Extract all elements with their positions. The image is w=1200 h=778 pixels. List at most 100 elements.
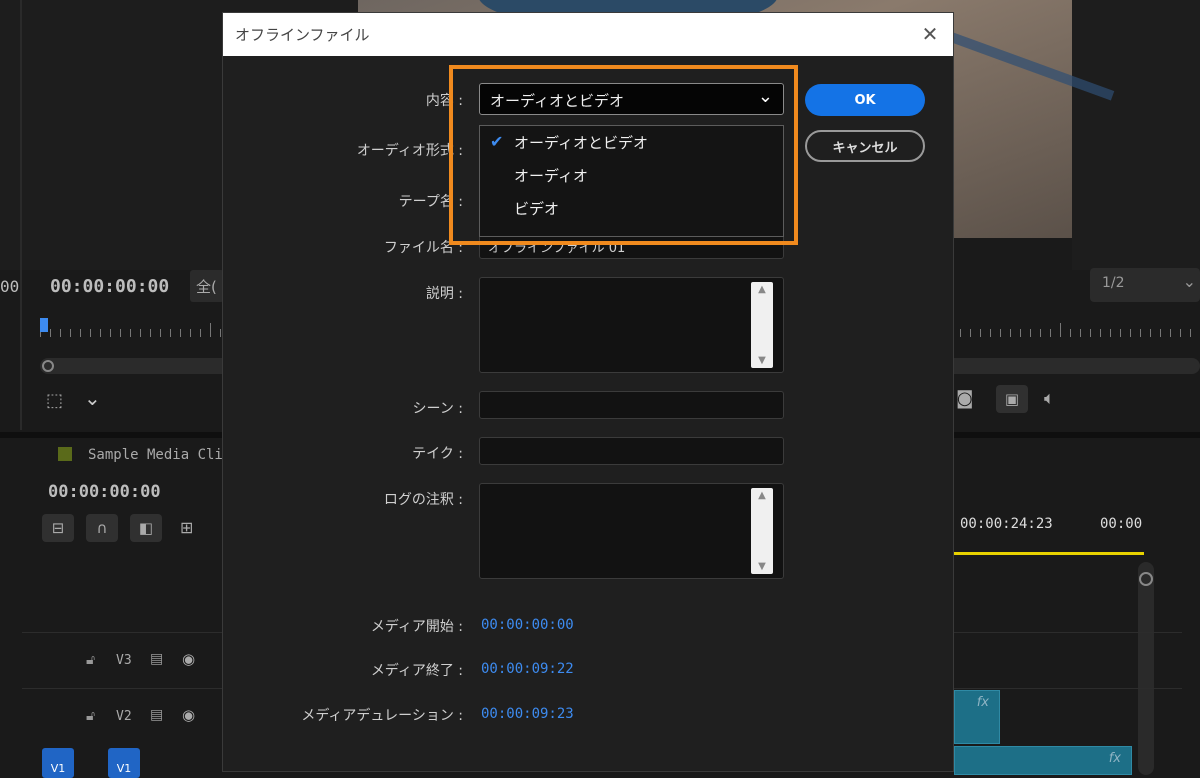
resolution-label: 1/2 <box>1102 275 1125 291</box>
ruler-tick <box>70 329 71 337</box>
media-duration-value: 00:00:09:23 <box>481 706 574 722</box>
chevron-down-icon: ⌄ <box>1182 272 1196 291</box>
snap-magnet-icon[interactable]: ∩ <box>86 514 118 542</box>
eye-icon[interactable]: ◉ <box>182 706 195 724</box>
ruler-tick <box>120 329 121 337</box>
ruler-tick <box>150 329 151 337</box>
ruler-tick <box>1180 329 1181 337</box>
dropdown-option-audio[interactable]: オーディオ <box>480 159 783 192</box>
close-icon[interactable]: ✕ <box>919 23 941 45</box>
textarea-scrollbar[interactable]: ▲ ▼ <box>751 282 773 368</box>
log-note-textarea[interactable]: ▲ ▼ <box>479 483 784 579</box>
cancel-button[interactable]: キャンセル <box>805 130 925 162</box>
description-label: 説明 : <box>425 286 463 302</box>
chevron-down-icon[interactable]: ⌄ <box>84 386 101 410</box>
ruler-tick <box>1030 329 1031 337</box>
ruler-tick <box>1060 323 1061 337</box>
timeline-clip[interactable]: fx <box>954 690 1000 744</box>
ruler-timecode: 00:00 <box>1100 516 1143 532</box>
media-duration-label: メディアデュレーション : <box>301 708 463 724</box>
scroll-down-icon[interactable]: ▼ <box>751 355 773 366</box>
tape-name-label: テープ名 : <box>398 194 463 210</box>
scroll-down-icon[interactable]: ▼ <box>751 561 773 572</box>
ruler-tick <box>1020 329 1021 337</box>
sequence-timecode[interactable]: 00:00:00:00 <box>48 482 161 502</box>
track-label-v3[interactable]: V3 <box>116 653 132 668</box>
media-start-label: メディア開始 : <box>370 619 463 635</box>
sequence-name-tab[interactable]: Sample Media Cli <box>88 447 223 463</box>
left-edge-timecode: 00 <box>0 277 20 296</box>
ruler-tick <box>90 329 91 337</box>
scroll-up-icon[interactable]: ▲ <box>751 284 773 295</box>
sync-lock-icon[interactable]: ▤ <box>150 707 163 723</box>
ruler-tick <box>1050 329 1051 337</box>
ruler-tick <box>1190 329 1191 337</box>
ruler-tick <box>1150 329 1151 337</box>
linked-selection-icon[interactable]: ◧ <box>130 514 162 542</box>
contents-select[interactable]: オーディオとビデオ ⌄ <box>479 83 784 115</box>
ruler-tick <box>210 323 211 337</box>
ruler-tick <box>160 329 161 337</box>
ruler-tick <box>220 329 221 337</box>
option-label: オーディオ <box>514 167 588 185</box>
textarea-scrollbar[interactable]: ▲ ▼ <box>751 488 773 574</box>
description-textarea[interactable]: ▲ ▼ <box>479 277 784 373</box>
timeline-clip[interactable]: fx <box>954 746 1132 775</box>
ruler-tick <box>1000 329 1001 337</box>
dropdown-option-video[interactable]: ビデオ <box>480 192 783 225</box>
lock-icon[interactable]: 🔓︎ <box>86 652 95 668</box>
media-end-value: 00:00:09:22 <box>481 661 574 677</box>
program-monitor-side <box>1072 0 1200 270</box>
source-patch-v1[interactable]: V1 <box>42 748 74 778</box>
work-area-bar[interactable] <box>950 552 1144 555</box>
playhead-marker[interactable] <box>40 318 48 332</box>
compare-view-icon[interactable]: ▣ <box>996 385 1028 413</box>
eye-icon[interactable]: ◉ <box>182 650 195 668</box>
ruler-tick <box>170 329 171 337</box>
ruler-tick <box>980 329 981 337</box>
lock-icon[interactable]: 🔓︎ <box>86 708 95 724</box>
fx-badge: fx <box>976 695 989 710</box>
add-marker-icon[interactable]: ⊞ <box>180 518 193 537</box>
camera-icon[interactable]: ◙ <box>956 388 973 409</box>
ruler-tick <box>50 329 51 337</box>
ruler-tick <box>990 329 991 337</box>
ruler-tick <box>100 329 101 337</box>
program-timecode[interactable]: 00:00:00:00 <box>50 276 169 297</box>
audio-format-label: オーディオ形式 : <box>356 143 463 159</box>
ruler-tick <box>1120 329 1121 337</box>
ruler-tick <box>1100 329 1101 337</box>
ok-button[interactable]: OK <box>805 84 925 116</box>
media-start-value: 00:00:00:00 <box>481 617 574 633</box>
timeline-scrollbar-handle[interactable] <box>1139 572 1153 586</box>
scene-field[interactable] <box>479 391 784 419</box>
ruler-tick <box>110 329 111 337</box>
option-label: オーディオとビデオ <box>514 134 648 152</box>
file-name-label: ファイル名 : <box>383 240 463 256</box>
fit-dropdown[interactable]: 全( <box>190 270 224 302</box>
ruler-tick <box>970 329 971 337</box>
ruler-tick <box>1080 329 1081 337</box>
media-end-label: メディア終了 : <box>370 663 463 679</box>
ruler-tick <box>1070 329 1071 337</box>
sync-lock-icon[interactable]: ▤ <box>150 651 163 667</box>
ruler-tick <box>1010 329 1011 337</box>
ruler-tick <box>80 329 81 337</box>
ruler-tick <box>1130 329 1131 337</box>
contents-selected-value: オーディオとビデオ <box>490 92 624 110</box>
safe-margins-icon[interactable]: ⬚ <box>46 390 63 411</box>
ruler-tick <box>1040 329 1041 337</box>
scroll-up-icon[interactable]: ▲ <box>751 490 773 501</box>
dropdown-option-audio-video[interactable]: ✔ オーディオとビデオ <box>480 126 783 159</box>
resolution-dropdown[interactable]: 1/2 ⌄ <box>1090 268 1200 302</box>
speaker-icon[interactable]: 🔈︎ <box>1044 388 1055 409</box>
take-field[interactable] <box>479 437 784 465</box>
track-target-v1[interactable]: V1 <box>108 748 140 778</box>
zoom-scrollbar-handle[interactable] <box>42 360 54 372</box>
ruler-tick <box>180 329 181 337</box>
track-label-v2[interactable]: V2 <box>116 709 132 724</box>
ruler-tick <box>60 329 61 337</box>
ruler-tick <box>190 329 191 337</box>
dialog-titlebar[interactable]: オフラインファイル ✕ <box>223 13 953 56</box>
nest-icon[interactable]: ⊟ <box>42 514 74 542</box>
